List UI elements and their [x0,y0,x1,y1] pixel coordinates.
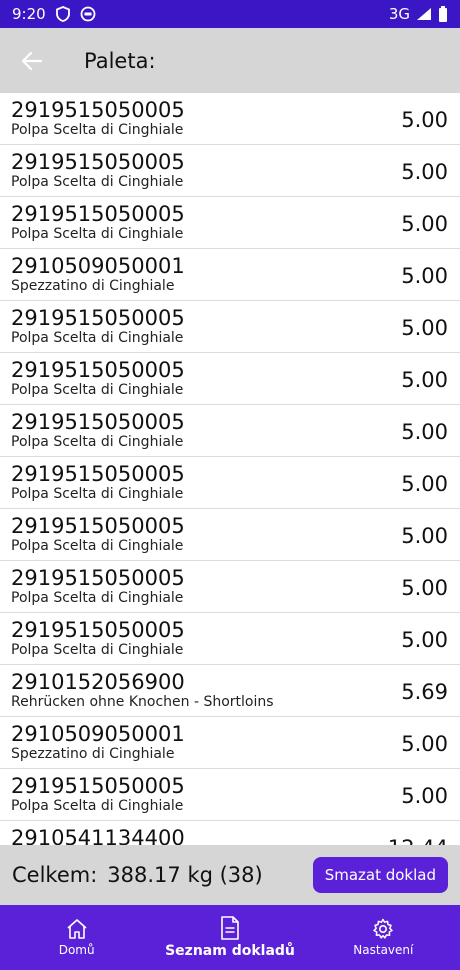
list-item[interactable]: 2919515050005 Polpa Scelta di Cinghiale 5.… [0,405,460,457]
item-name: Polpa Scelta di Cinghiale [11,590,184,606]
vpn-shield-icon [55,6,70,22]
list-item[interactable]: 2919515050005 Polpa Scelta di Cinghiale 5.… [0,93,460,145]
home-icon [67,919,87,939]
item-code: 2910152056900 [11,670,185,694]
item-name: Polpa Scelta di Cinghiale [11,434,184,450]
item-code: 2919515050005 [11,462,185,486]
item-quantity: 5.00 [401,108,448,132]
item-quantity: 5.69 [401,680,448,704]
item-name: Rehrücken ohne Knochen - Shortloins [11,694,274,710]
item-quantity: 5.00 [401,628,448,652]
item-name: Polpa Scelta di Cinghiale [11,642,184,658]
total-label: Celkem: [12,863,98,887]
item-code: 2919515050005 [11,410,185,434]
nav-home[interactable]: Domů [0,905,153,970]
app-bar: Paleta: [0,28,460,93]
nav-documents[interactable]: Seznam dokladů [153,905,306,970]
list-item[interactable]: 2919515050005 Polpa Scelta di Cinghiale 5.… [0,145,460,197]
list-item[interactable]: 2910541134400 12.44 [0,821,460,845]
item-quantity: 5.00 [401,420,448,444]
nav-home-label: Domů [58,943,95,957]
item-name: Polpa Scelta di Cinghiale [11,798,184,814]
item-quantity: 12.44 [388,835,448,845]
item-quantity: 5.00 [401,784,448,808]
item-name: Polpa Scelta di Cinghiale [11,226,184,242]
nav-documents-label: Seznam dokladů [165,943,295,959]
item-code: 2919515050005 [11,150,185,174]
gear-icon [373,918,394,939]
list-item[interactable]: 2910152056900 Rehrücken ohne Knochen - Sh… [0,665,460,717]
item-name: Polpa Scelta di Cinghiale [11,382,184,398]
network-type: 3G [388,5,410,23]
item-code: 2919515050005 [11,358,185,382]
list-item[interactable]: 2919515050005 Polpa Scelta di Cinghiale 5.… [0,613,460,665]
item-code: 2910509050001 [11,722,185,746]
total-value: 388.17 kg (38) [107,863,263,887]
list-item[interactable]: 2919515050005 Polpa Scelta di Cinghiale 5.… [0,353,460,405]
list-item[interactable]: 2919515050005 Polpa Scelta di Cinghiale 5.… [0,301,460,353]
list-item[interactable]: 2919515050005 Polpa Scelta di Cinghiale 5.… [0,509,460,561]
item-quantity: 5.00 [401,160,448,184]
list-item[interactable]: 2910509050001 Spezzatino di Cinghiale 5.00 [0,717,460,769]
item-name: Polpa Scelta di Cinghiale [11,174,184,190]
item-quantity: 5.00 [401,264,448,288]
status-bar: 9:20 3G [0,0,460,28]
list-item[interactable]: 2919515050005 Polpa Scelta di Cinghiale 5.… [0,561,460,613]
item-quantity: 5.00 [401,212,448,236]
item-code: 2919515050005 [11,618,185,642]
item-name: Polpa Scelta di Cinghiale [11,122,184,138]
list-item[interactable]: 2919515050005 Polpa Scelta di Cinghiale 5.… [0,197,460,249]
item-list[interactable]: 2919515050005 Polpa Scelta di Cinghiale 5.… [0,93,460,845]
item-code: 2910541134400 [11,826,185,845]
footer-summary: Celkem: 388.17 kg (38) Smazat doklad [0,845,460,905]
status-time: 9:20 [12,5,46,23]
item-name: Polpa Scelta di Cinghiale [11,538,184,554]
sync-circle-icon [80,6,96,22]
item-quantity: 5.00 [401,524,448,548]
arrow-left-icon [21,51,43,70]
item-code: 2919515050005 [11,98,185,122]
item-quantity: 5.00 [401,576,448,600]
item-name: Spezzatino di Cinghiale [11,746,175,762]
delete-document-button[interactable]: Smazat doklad [312,857,448,893]
list-item[interactable]: 2910509050001 Spezzatino di Cinghiale 5.00 [0,249,460,301]
item-code: 2919515050005 [11,306,185,330]
item-name: Polpa Scelta di Cinghiale [11,330,184,346]
back-button[interactable] [0,28,64,93]
item-code: 2910509050001 [11,254,185,278]
item-quantity: 5.00 [401,472,448,496]
item-name: Spezzatino di Cinghiale [11,278,175,294]
item-code: 2919515050005 [11,774,185,798]
list-item[interactable]: 2919515050005 Polpa Scelta di Cinghiale 5.… [0,457,460,509]
list-item[interactable]: 2919515050005 Polpa Scelta di Cinghiale 5.… [0,769,460,821]
page-title: Paleta: [84,48,156,73]
item-code: 2919515050005 [11,514,185,538]
item-name: Polpa Scelta di Cinghiale [11,486,184,502]
item-quantity: 5.00 [401,316,448,340]
signal-icon [416,7,432,21]
nav-settings[interactable]: Nastavení [307,905,460,970]
item-code: 2919515050005 [11,566,185,590]
battery-icon [438,6,448,22]
item-quantity: 5.00 [401,732,448,756]
document-icon [221,916,239,940]
item-quantity: 5.00 [401,368,448,392]
bottom-navigation: Domů Seznam dokladů Nastavení [0,905,460,970]
item-code: 2919515050005 [11,202,185,226]
nav-settings-label: Nastavení [353,943,414,957]
